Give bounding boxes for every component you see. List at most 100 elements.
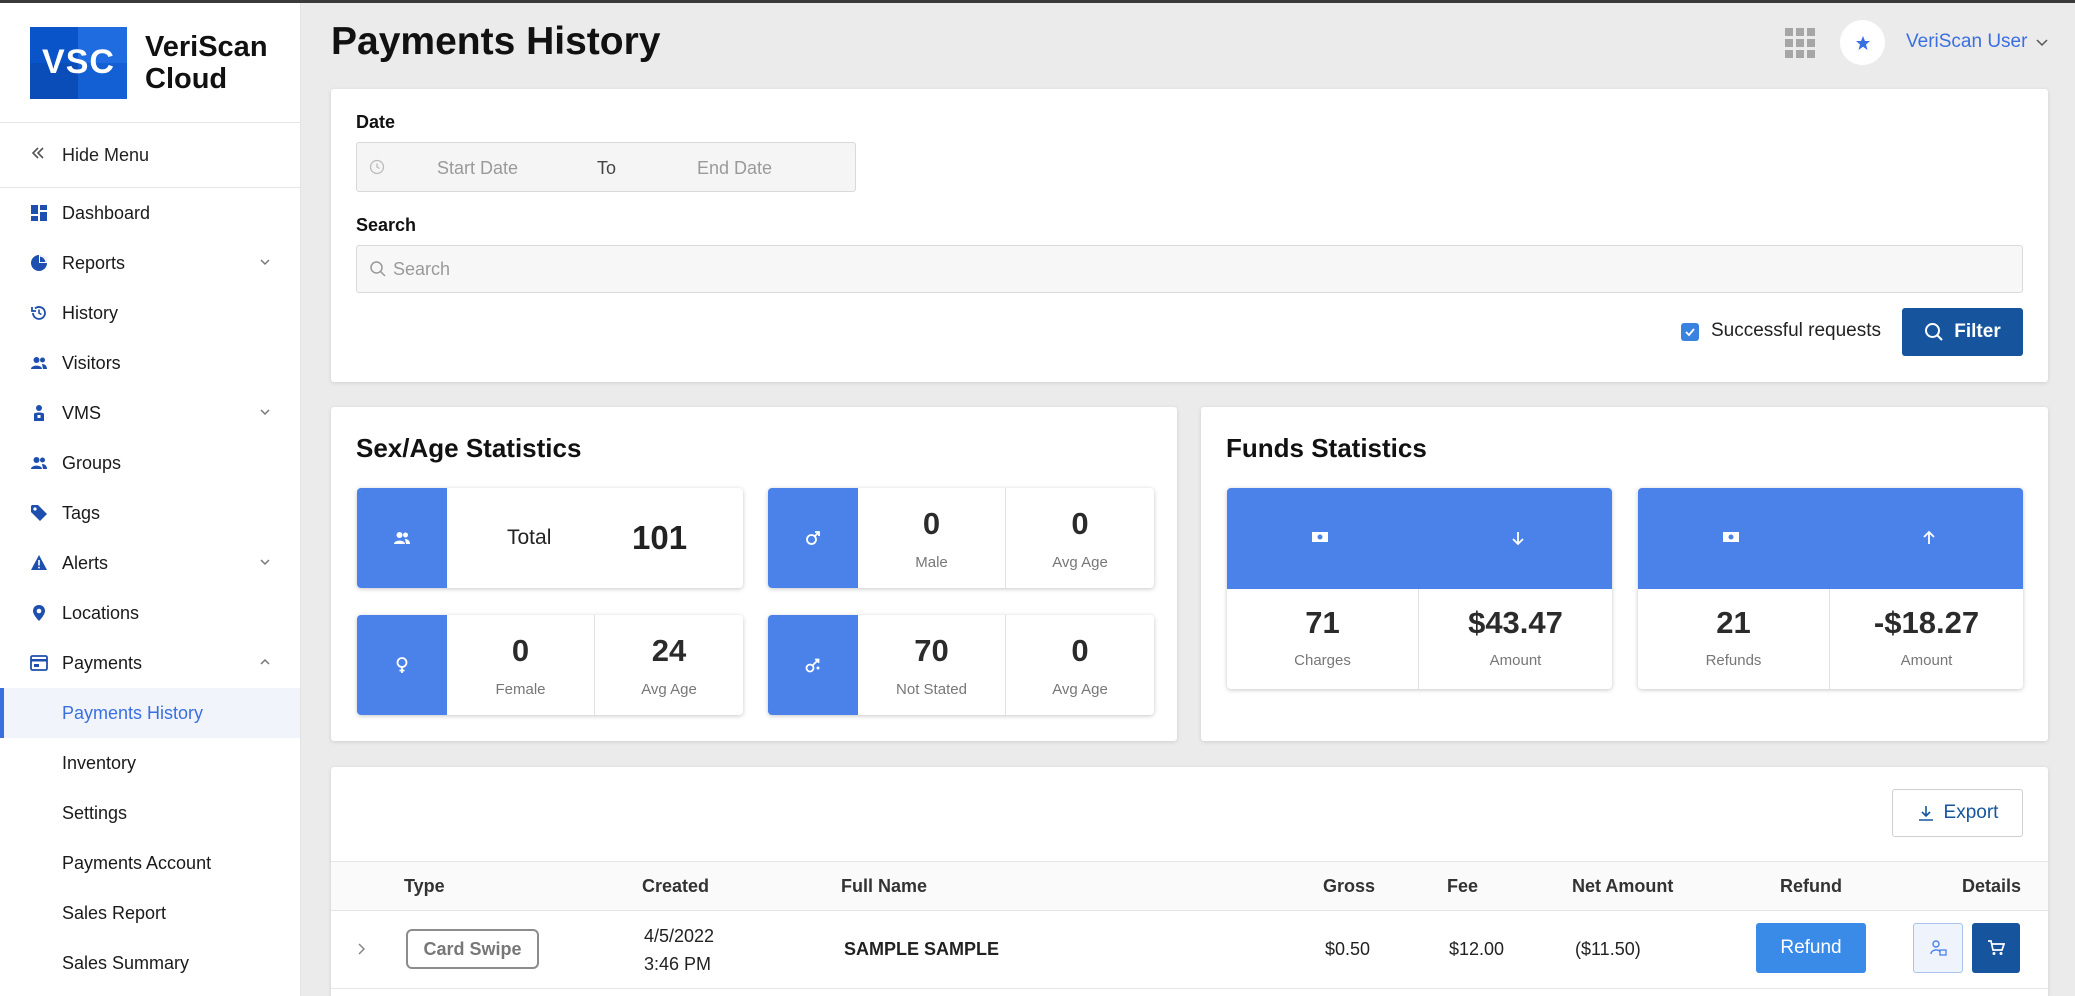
sidebar-subitem-sales-summary[interactable]: Sales Summary — [0, 938, 300, 988]
female-avg-age-label: Avg Age — [641, 681, 697, 698]
clock-icon — [369, 159, 385, 175]
page-title: Payments History — [331, 20, 661, 63]
refund-button[interactable]: Refund — [1756, 923, 1866, 973]
female-avg-age: 24 — [651, 633, 687, 668]
sidebar-item-groups[interactable]: Groups — [0, 438, 300, 488]
end-date-input[interactable]: End Date — [697, 158, 772, 179]
column-fee[interactable]: Fee — [1447, 876, 1478, 897]
start-date-input[interactable]: Start Date — [437, 158, 518, 179]
dashboard-icon — [30, 204, 48, 222]
funds-statistics-card: Funds Statistics 71 Charges $43.47 Amoun… — [1201, 407, 2048, 741]
sidebar-item-payments[interactable]: Payments — [0, 638, 300, 688]
brand-name: VeriScan Cloud — [145, 30, 268, 95]
user-lock-icon — [1930, 940, 1947, 956]
total-value: 101 — [632, 519, 688, 556]
column-gross[interactable]: Gross — [1323, 876, 1375, 897]
column-full-name[interactable]: Full Name — [841, 876, 927, 897]
double-chevron-left-icon — [30, 144, 48, 167]
female-label: Female — [495, 681, 546, 698]
female-count: 0 — [511, 633, 530, 668]
user-menu[interactable]: VeriScan User — [1906, 31, 2049, 53]
sidebar-item-history[interactable]: History — [0, 288, 300, 338]
charges-amount-label: Amount — [1489, 652, 1542, 669]
not-stated-count: 70 — [914, 633, 949, 668]
female-stat: 0 Female 24 Avg Age — [357, 615, 743, 715]
total-stat: Total 101 — [357, 488, 743, 588]
search-input[interactable] — [393, 246, 1993, 292]
male-icon — [806, 531, 820, 545]
favorite-button[interactable] — [1840, 20, 1885, 65]
chevron-right-icon[interactable] — [355, 942, 367, 956]
view-order-button[interactable] — [1972, 923, 2020, 973]
chevron-down-icon — [2036, 39, 2048, 47]
window-top-border — [0, 0, 2075, 3]
location-pin-icon — [30, 604, 48, 622]
checkmark-icon — [1685, 328, 1695, 337]
sidebar-subitem-inventory[interactable]: Inventory — [0, 738, 300, 788]
sidebar-subitem-sales-report[interactable]: Sales Report — [0, 888, 300, 938]
gross-cell: $0.50 — [1325, 939, 1371, 959]
shopping-cart-icon — [1988, 940, 2005, 955]
users-icon — [394, 532, 410, 544]
sidebar-item-locations[interactable]: Locations — [0, 588, 300, 638]
date-range-picker[interactable]: Start Date To End Date — [356, 142, 856, 192]
charges-count: 71 — [1305, 605, 1340, 640]
sidebar-item-vms[interactable]: VMS — [0, 388, 300, 438]
pie-chart-icon — [30, 254, 48, 272]
arrow-up-icon — [1923, 530, 1935, 544]
column-created[interactable]: Created — [642, 876, 709, 897]
refunds-amount: -$18.27 — [1873, 605, 1980, 640]
date-range-separator: To — [597, 158, 617, 178]
history-icon — [30, 304, 48, 322]
column-refund: Refund — [1780, 876, 1842, 896]
sidebar-item-tags[interactable]: Tags — [0, 488, 300, 538]
refunds-count: 21 — [1716, 605, 1751, 640]
chevron-down-icon — [260, 559, 270, 566]
export-button[interactable]: Export — [1892, 789, 2023, 837]
vsc-logo: VSC — [30, 26, 127, 99]
not-stated-label: Not Stated — [896, 681, 967, 698]
female-icon — [396, 657, 408, 673]
not-stated-stat: 70 Not Stated 0 Avg Age — [768, 615, 1154, 715]
table-row: Card Swipe 4/5/2022 3:46 PM SAMPLE SAMPL… — [331, 911, 2048, 989]
sex-age-title: Sex/Age Statistics — [356, 433, 582, 463]
sidebar-item-visitors[interactable]: Visitors — [0, 338, 300, 388]
sidebar-subitem-payments-account[interactable]: Payments Account — [0, 838, 300, 888]
tag-icon — [30, 504, 48, 522]
successful-requests-label[interactable]: Successful requests — [1711, 320, 1881, 342]
sidebar-item-reports[interactable]: Reports — [0, 238, 300, 288]
male-avg-age: 0 — [1071, 506, 1089, 541]
type-chip: Card Swipe — [406, 929, 539, 969]
search-icon — [370, 261, 386, 277]
male-count: 0 — [922, 506, 941, 541]
search-field[interactable] — [356, 245, 2023, 293]
successful-requests-checkbox[interactable] — [1681, 323, 1699, 341]
view-customer-button[interactable] — [1913, 923, 1963, 973]
refunds-amount-label: Amount — [1900, 652, 1953, 669]
apps-grid-icon[interactable] — [1785, 28, 1815, 58]
hide-menu-button[interactable]: Hide Menu — [0, 123, 300, 188]
sidebar: VSC VeriScan Cloud Hide Menu Dashboard R… — [0, 3, 301, 996]
users-icon — [30, 354, 48, 372]
genderless-icon — [805, 658, 820, 673]
column-net-amount[interactable]: Net Amount — [1572, 876, 1673, 897]
column-type[interactable]: Type — [404, 876, 445, 897]
money-icon — [1723, 532, 1739, 542]
brand[interactable]: VSC VeriScan Cloud — [0, 3, 300, 123]
sidebar-subitem-payments-history[interactable]: Payments History — [0, 688, 300, 738]
filter-panel: Date Start Date To End Date Search Succe… — [331, 89, 2048, 382]
chevron-down-icon — [260, 259, 270, 266]
fee-cell: $12.00 — [1449, 939, 1505, 959]
star-icon — [1855, 35, 1870, 50]
sex-age-statistics-card: Sex/Age Statistics Total 101 0 Male 0 Av… — [331, 407, 1177, 741]
sidebar-item-dashboard[interactable]: Dashboard — [0, 188, 300, 238]
sidebar-subitem-settings[interactable]: Settings — [0, 788, 300, 838]
group-icon — [30, 454, 48, 472]
sidebar-item-alerts[interactable]: Alerts — [0, 538, 300, 588]
date-label: Date — [356, 112, 396, 132]
search-label: Search — [356, 215, 417, 235]
charges-amount: $43.47 — [1468, 605, 1563, 640]
filter-button[interactable]: Filter — [1902, 308, 2023, 356]
male-stat: 0 Male 0 Avg Age — [768, 488, 1154, 588]
chevron-up-icon — [260, 658, 270, 665]
